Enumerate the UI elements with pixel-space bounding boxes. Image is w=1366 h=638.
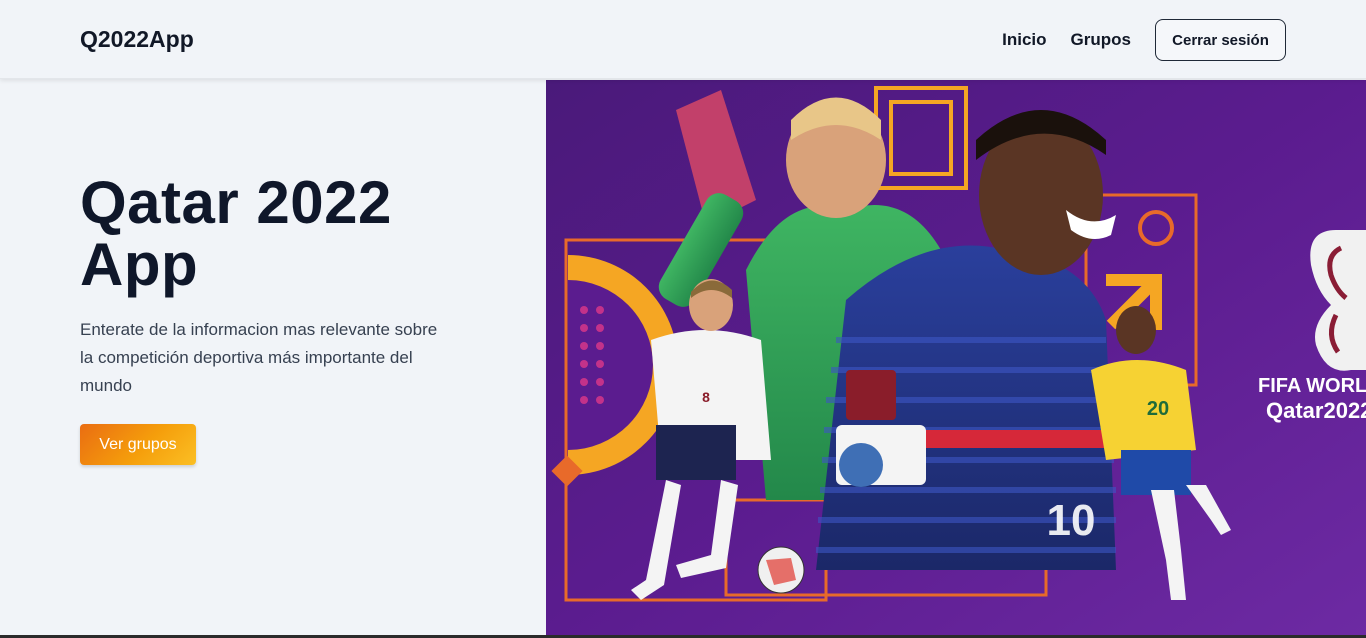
hero-text-section: Qatar 2022 App Enterate de la informacio… <box>0 80 546 638</box>
view-groups-button[interactable]: Ver grupos <box>80 424 196 465</box>
hero-banner-image: 8 10 20 FIFA WORLD Qat <box>546 80 1366 635</box>
svg-text:8: 8 <box>702 389 710 405</box>
nav-link-grupos[interactable]: Grupos <box>1071 30 1131 50</box>
svg-text:FIFA WORLD: FIFA WORLD <box>1258 375 1366 397</box>
logout-button[interactable]: Cerrar sesión <box>1155 19 1286 61</box>
hero-subtitle: Enterate de la informacion mas relevante… <box>80 320 438 395</box>
brand-logo-text[interactable]: Q2022App <box>80 26 194 53</box>
world-cup-players-banner-icon: 8 10 20 FIFA WORLD Qat <box>546 80 1366 635</box>
svg-text:20: 20 <box>1147 398 1169 420</box>
hero-title: Qatar 2022 App <box>80 169 392 298</box>
top-navbar: Q2022App Inicio Grupos Cerrar sesión <box>0 0 1366 79</box>
svg-text:Qatar2022: Qatar2022 <box>1266 398 1366 423</box>
svg-text:10: 10 <box>1047 496 1096 545</box>
nav-link-inicio[interactable]: Inicio <box>1002 30 1046 50</box>
nav-links: Inicio Grupos Cerrar sesión <box>1002 19 1286 61</box>
